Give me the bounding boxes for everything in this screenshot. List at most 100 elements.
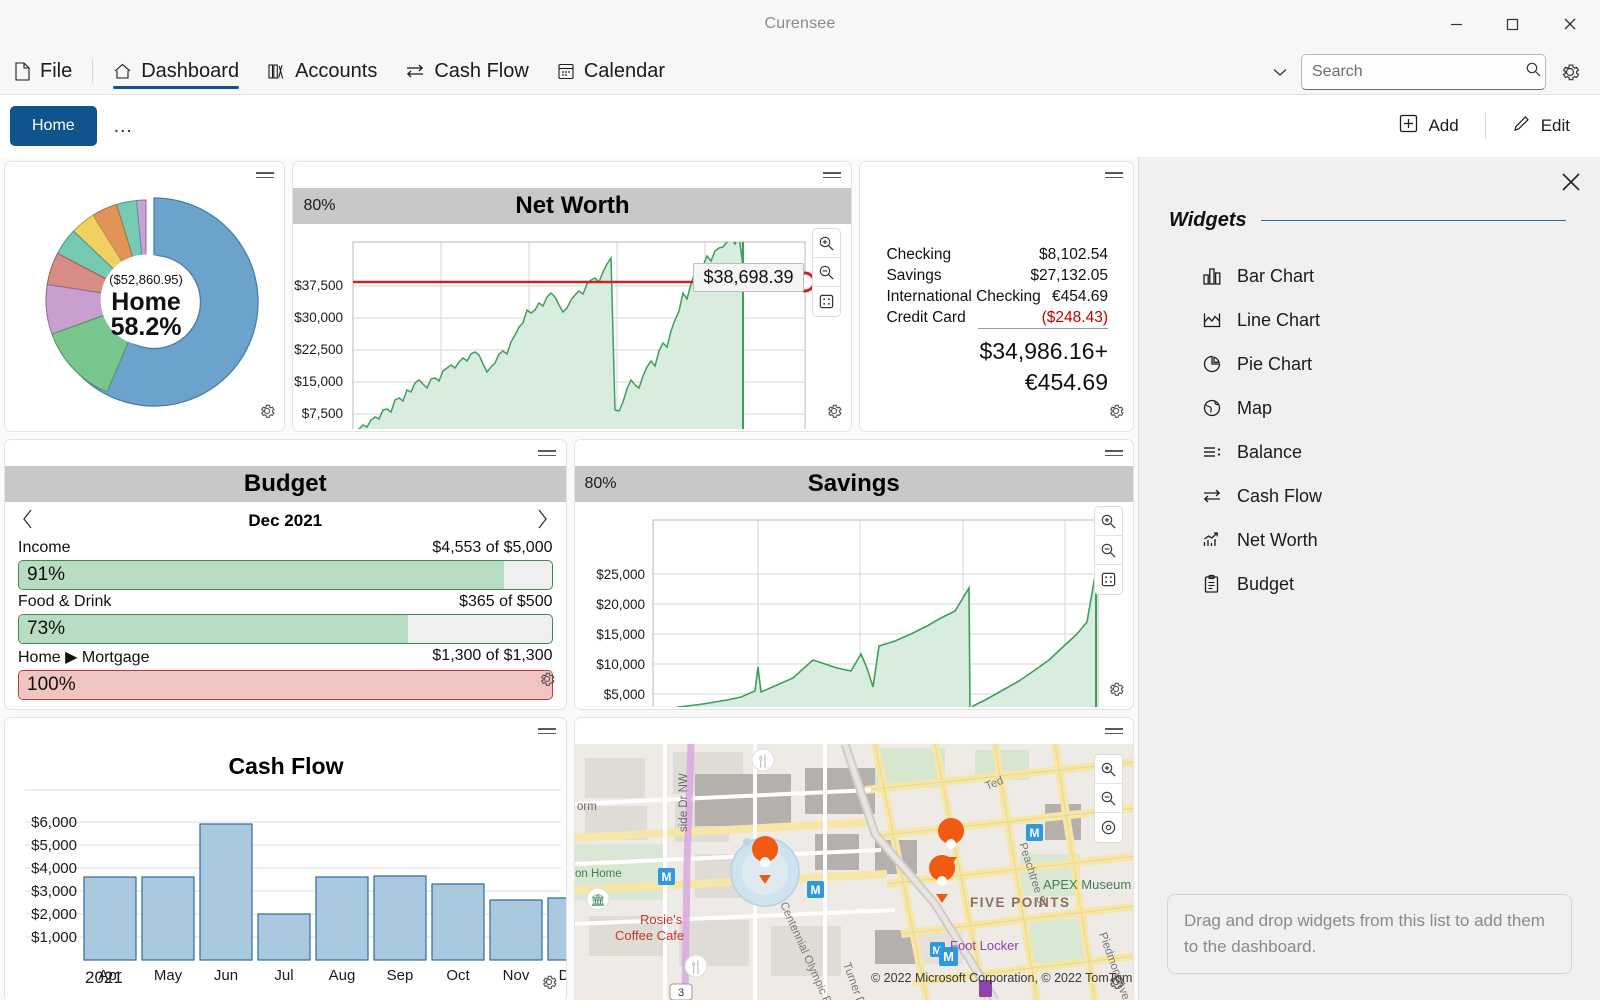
budget-next-month-button[interactable] [535, 508, 549, 534]
locate-icon[interactable] [1095, 813, 1122, 842]
drag-handle-icon[interactable] [537, 725, 556, 737]
budget-progress-bar: 100% [18, 670, 553, 700]
budget-prev-month-button[interactable] [21, 508, 35, 534]
net-worth-chart-canvas: $37,500 $30,000 $22,500 $15,000 $7,500 [295, 241, 816, 431]
zoom-out-icon[interactable] [1095, 536, 1122, 565]
fit-to-view-icon[interactable] [1095, 565, 1122, 594]
drag-handle-icon[interactable] [1105, 447, 1123, 459]
nav-item-dashboard[interactable]: Dashboard [99, 48, 253, 94]
widget-list-item-map[interactable]: Map [1201, 386, 1600, 430]
widget-list-label: Map [1237, 397, 1273, 418]
widget-balance[interactable]: Checking $8,102.54 Savings $27,132.05 In… [859, 161, 1134, 432]
svg-text:Jul: Jul [274, 967, 293, 984]
zoom-out-icon[interactable] [813, 258, 841, 287]
drag-handle-icon[interactable] [823, 169, 842, 181]
widget-list-item-bar-chart[interactable]: Bar Chart [1201, 254, 1600, 298]
nav-item-file[interactable]: File [0, 48, 86, 94]
window-controls [1428, 0, 1600, 48]
widget-net-worth[interactable]: 80% Net Worth $37,500 $30,000 $22,500 $1… [292, 161, 853, 432]
savings-chart-canvas: $25,000 $20,000 $15,000 $10,000 $5,000 [596, 519, 1098, 709]
savings-settings-icon[interactable] [1107, 680, 1125, 703]
drag-handle-icon[interactable] [537, 447, 556, 459]
calendar-icon [557, 62, 575, 81]
savings-title-bar: 80% Savings [574, 466, 1133, 502]
panel-close-icon[interactable] [1560, 171, 1582, 200]
widget-map[interactable]: M M M M M 🍴 🍴 🏛 orm on Home side Dr NW C… [573, 717, 1135, 1000]
panel-title: Widgets [1169, 209, 1247, 231]
svg-text:$2,000: $2,000 [31, 906, 77, 923]
dashboard-tabstrip: Home … Add Edit [0, 95, 1600, 157]
budget-progress-fill [19, 561, 504, 589]
net-worth-settings-icon[interactable] [825, 402, 843, 425]
map-widget-header [574, 718, 1133, 744]
chevron-down-icon[interactable] [1263, 55, 1297, 89]
zoom-in-icon[interactable] [1095, 755, 1122, 784]
widget-list-item-balance[interactable]: Balance [1201, 430, 1600, 474]
line-chart-icon [1201, 310, 1223, 330]
widget-list-item-net-worth[interactable]: Net Worth [1201, 518, 1600, 562]
transit-marker[interactable]: M [806, 881, 824, 898]
nav-label-file: File [40, 59, 73, 82]
settings-gear-icon[interactable] [1550, 52, 1590, 92]
edit-dashboard-button[interactable]: Edit [1494, 106, 1588, 146]
nav-item-accounts[interactable]: Accounts [253, 48, 391, 94]
drag-handle-icon[interactable] [1105, 169, 1123, 181]
pie-widget-settings-icon[interactable] [258, 402, 276, 425]
home-icon [113, 62, 132, 81]
pie-widget-header [5, 162, 285, 188]
map-label-coffee-cafe: Coffee Cafe [615, 928, 684, 943]
poi-restaurant-icon[interactable]: 🍴 [684, 954, 707, 978]
nav-item-cash-flow[interactable]: Cash Flow [391, 48, 542, 94]
widget-budget[interactable]: Budget Dec 2021 Income $4,553 of $5,000 [4, 439, 567, 710]
drag-handle-icon[interactable] [1105, 725, 1123, 737]
widget-pie-chart[interactable]: ($52,860.95) Home 58.2% [4, 161, 286, 432]
nav-label-calendar: Calendar [583, 59, 665, 82]
add-box-icon [1399, 114, 1418, 138]
tab-overflow-button[interactable]: … [97, 115, 151, 138]
transit-marker[interactable]: M [657, 868, 675, 885]
balance-row: International Checking €454.69 [886, 286, 1108, 307]
nav-label-cash-flow: Cash Flow [434, 59, 529, 82]
map-globe-icon [1201, 398, 1223, 418]
tab-home[interactable]: Home [10, 106, 97, 146]
map-settings-icon[interactable] [1107, 973, 1125, 996]
nav-item-calendar[interactable]: Calendar [543, 48, 679, 94]
transit-marker[interactable]: M [1025, 824, 1043, 841]
cash-flow-settings-icon[interactable] [540, 973, 558, 996]
balance-settings-icon[interactable] [1107, 402, 1125, 425]
widget-cash-flow[interactable]: Cash Flow $6,000 $5,000 $4,000 $3,000 $2… [4, 717, 567, 1000]
svg-text:$1,000: $1,000 [31, 929, 77, 946]
balance-row: Savings $27,132.05 [886, 265, 1108, 286]
zoom-out-icon[interactable] [1095, 784, 1122, 813]
budget-amount-label: $1,300 of $1,300 [432, 647, 553, 664]
add-widget-button[interactable]: Add [1381, 106, 1476, 146]
poi-museum-icon[interactable]: 🏛 [586, 887, 609, 911]
maximize-button[interactable] [1484, 0, 1540, 48]
search-input[interactable] [1312, 62, 1519, 81]
search-box[interactable] [1301, 53, 1546, 90]
widget-list-item-pie-chart[interactable]: Pie Chart [1201, 342, 1600, 386]
widget-list-item-cash-flow[interactable]: Cash Flow [1201, 474, 1600, 518]
close-button[interactable] [1540, 0, 1600, 48]
widget-savings[interactable]: 80% Savings $25,000 $20,000 $15,000 $10,… [573, 439, 1134, 710]
widget-list-item-line-chart[interactable]: Line Chart [1201, 298, 1600, 342]
drag-handle-icon[interactable] [256, 169, 275, 181]
map-attribution: © 2022 Microsoft Corporation, © 2022 Tom… [871, 971, 1132, 985]
file-icon [14, 61, 31, 81]
budget-settings-icon[interactable] [538, 670, 556, 693]
nav-right-group [1263, 48, 1600, 95]
clipboard-icon [1201, 574, 1223, 594]
widget-list-item-budget[interactable]: Budget [1201, 562, 1600, 606]
map-canvas[interactable]: M M M M M 🍴 🍴 🏛 orm on Home side Dr NW C… [574, 742, 1135, 1000]
zoom-in-icon[interactable] [1095, 507, 1122, 536]
widget-list-label: Line Chart [1237, 309, 1321, 330]
svg-text:🍴: 🍴 [755, 754, 770, 768]
balance-account-name: International Checking [886, 288, 1041, 305]
poi-restaurant-icon[interactable]: 🍴 [751, 748, 774, 772]
balance-row: Checking $8,102.54 [886, 244, 1108, 265]
zoom-in-icon[interactable] [813, 229, 841, 258]
fit-to-view-icon[interactable] [813, 287, 840, 316]
net-worth-tooltip: $38,698.39 [693, 263, 804, 292]
minimize-button[interactable] [1428, 0, 1484, 48]
balance-total-eur: €454.69 [1024, 369, 1108, 395]
